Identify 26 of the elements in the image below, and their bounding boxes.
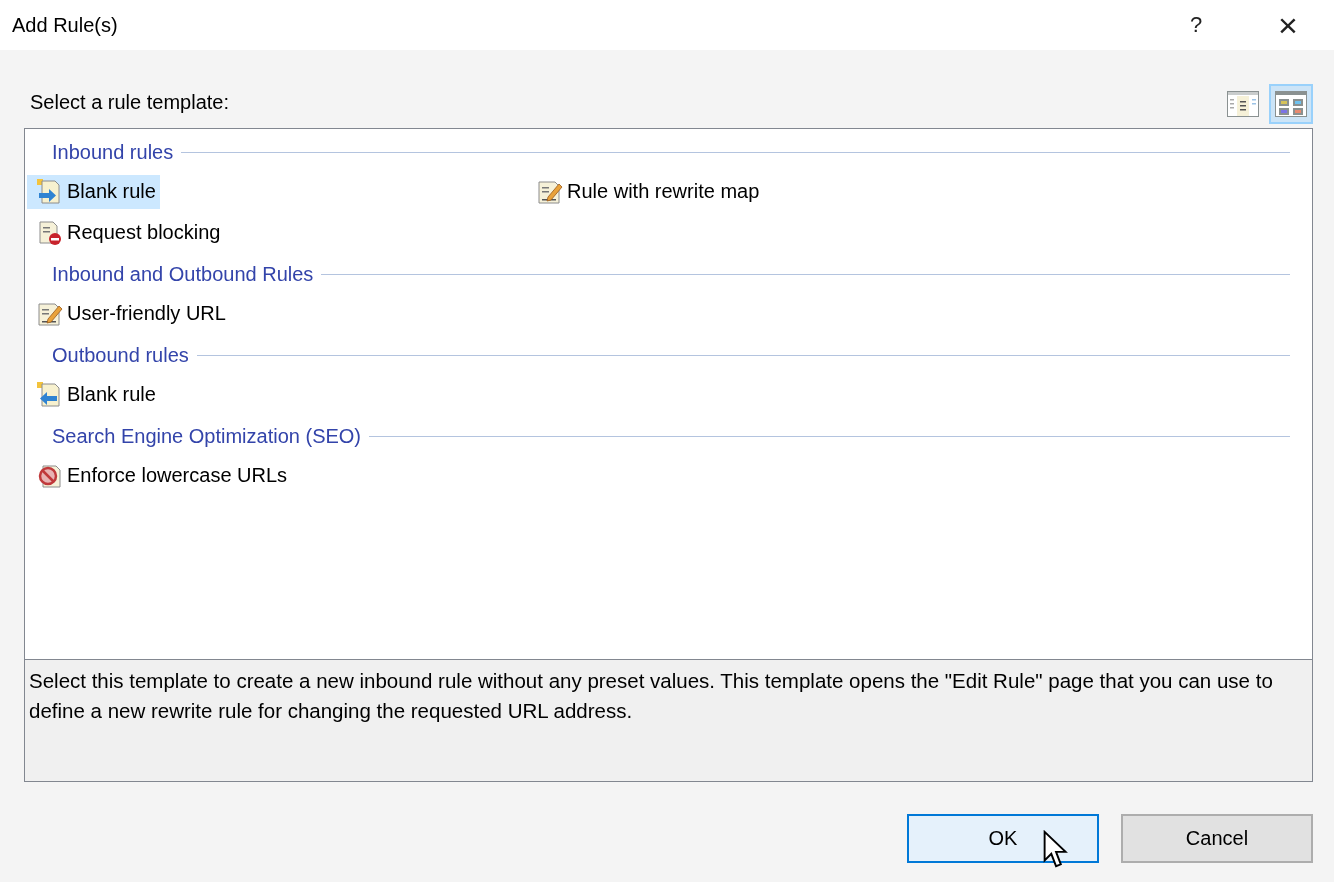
tiles-view-button[interactable] <box>1269 84 1313 124</box>
template-item[interactable]: Blank rule <box>27 377 160 412</box>
document-no-sign-icon <box>37 462 63 489</box>
ok-button[interactable]: OK <box>907 814 1099 863</box>
cancel-button[interactable]: Cancel <box>1121 814 1313 863</box>
details-view-icon <box>1227 91 1259 117</box>
document-pencil-icon <box>37 300 63 327</box>
group-header: Inbound rules <box>52 140 174 164</box>
template-item[interactable]: Rule with rewrite map <box>527 174 764 209</box>
document-pencil-icon <box>537 178 563 205</box>
close-button[interactable]: × <box>1242 0 1334 50</box>
help-button[interactable]: ? <box>1150 0 1242 50</box>
window-title: Add Rule(s) <box>12 13 118 37</box>
group-header: Inbound and Outbound Rules <box>52 262 314 286</box>
blank-page-left-arrow-icon <box>37 381 63 408</box>
template-item[interactable]: User-friendly URL <box>27 296 230 331</box>
tiles-view-icon <box>1275 91 1307 117</box>
group-header: Outbound rules <box>52 343 189 367</box>
blank-page-right-arrow-icon <box>37 178 63 205</box>
template-item[interactable]: Enforce lowercase URLs <box>27 458 292 493</box>
group-header: Search Engine Optimization (SEO) <box>52 424 362 448</box>
template-description: Select this template to create a new inbound rule without any preset values. This template opens the "Edit Rule" page that you can use to define a new rewrite rule for changing the requested URL address. <box>24 660 1313 782</box>
prompt-label: Select a rule template: <box>30 91 229 114</box>
template-item[interactable]: Request blocking <box>27 215 225 250</box>
template-item[interactable]: Blank rule <box>27 174 160 209</box>
document-stop-icon <box>37 219 63 246</box>
